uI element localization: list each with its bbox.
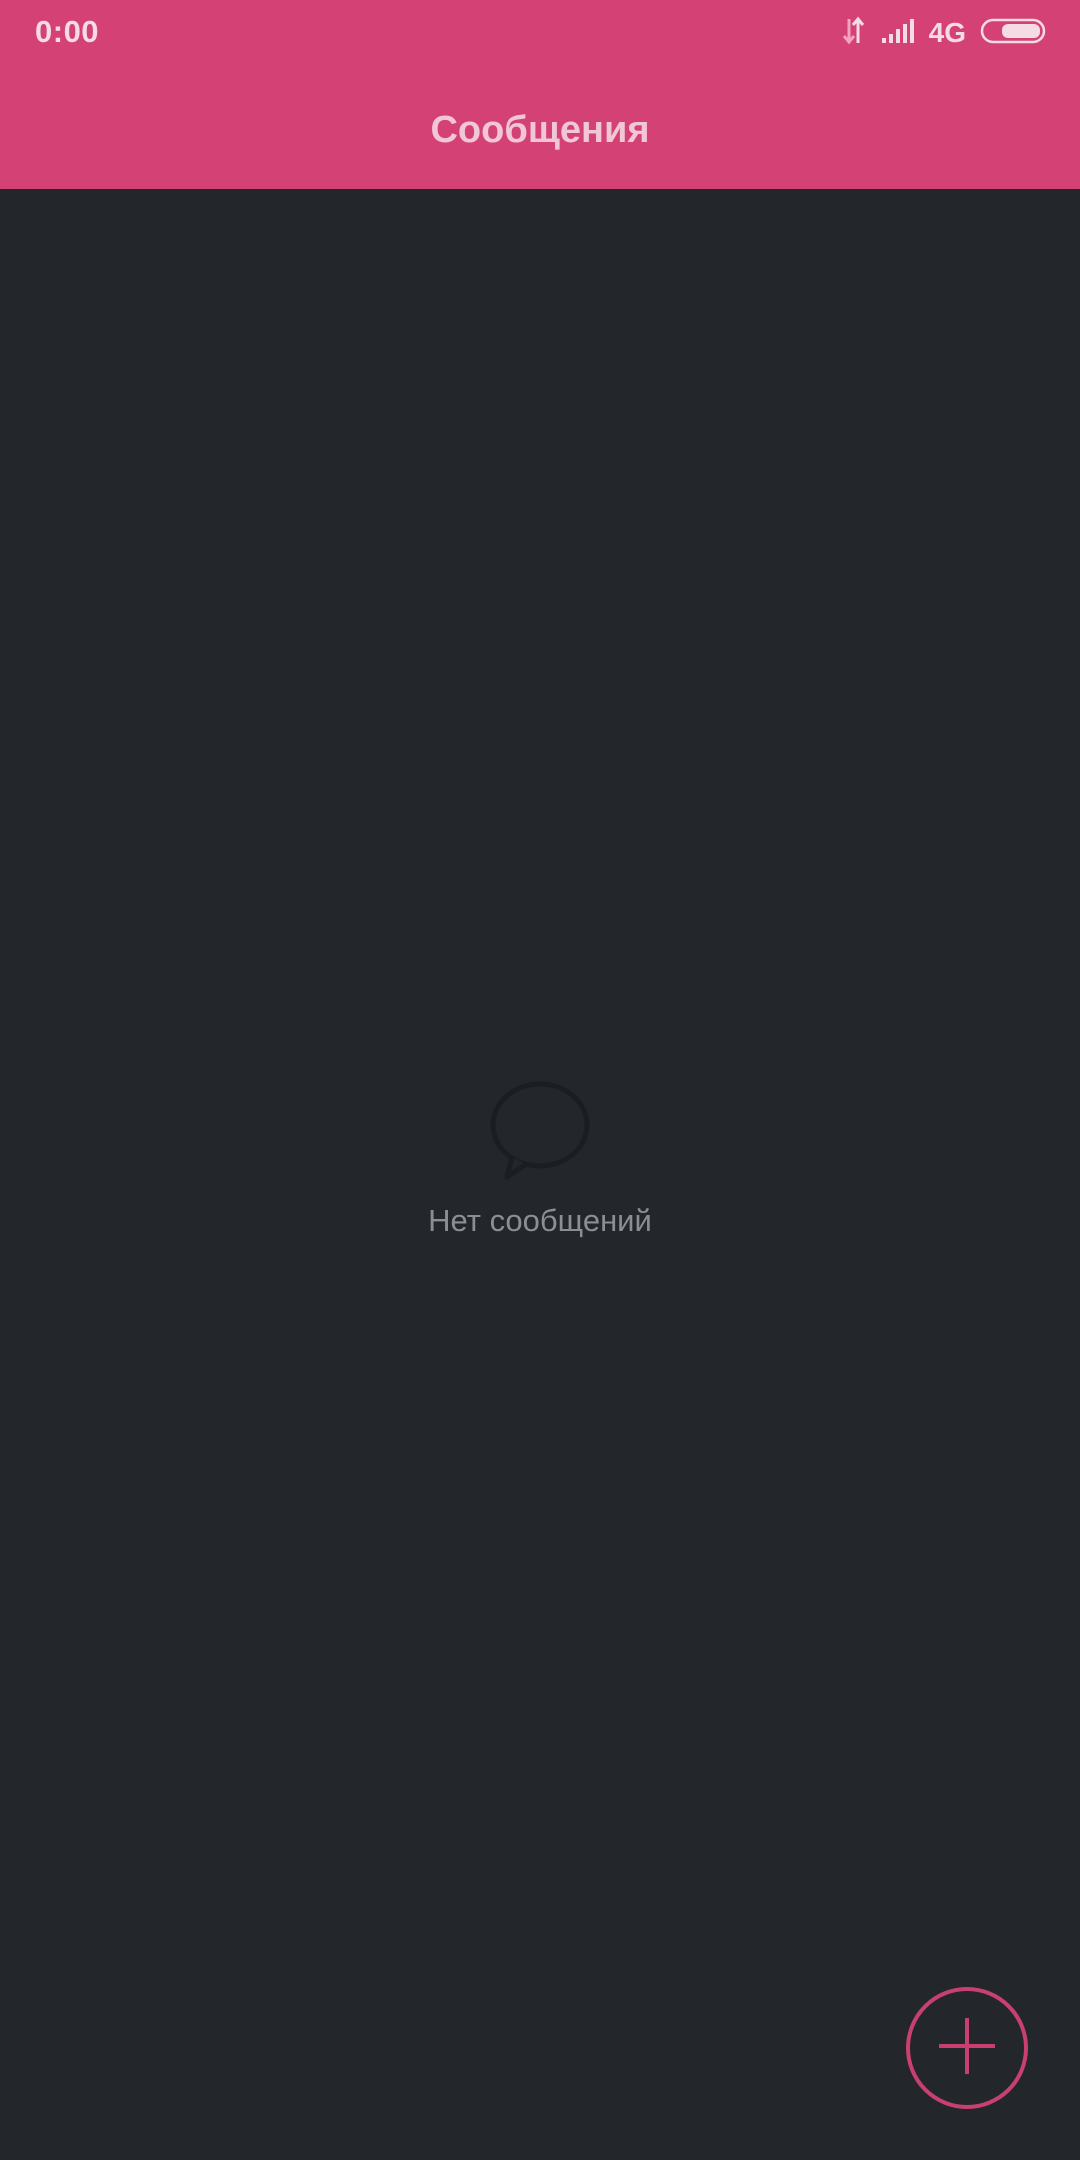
empty-state: Нет сообщений <box>0 1078 1080 1239</box>
status-icons: 4G <box>827 16 1046 50</box>
battery-icon <box>980 18 1046 49</box>
chat-bubble-icon <box>488 1078 592 1182</box>
new-message-button[interactable] <box>906 1987 1028 2109</box>
plus-icon <box>935 2014 999 2083</box>
top-app-bar: 0:00 4G Сообщения <box>0 0 1080 189</box>
data-transfer-icon <box>841 16 867 51</box>
empty-state-message: Нет сообщений <box>428 1203 652 1238</box>
page-title: Сообщения <box>430 109 650 151</box>
network-type: 4G <box>928 17 966 48</box>
messages-screen: 0:00 4G Сообщения Нет сообщений <box>0 0 1080 2160</box>
status-bar: 0:00 4G <box>0 0 1080 66</box>
signal-strength-icon <box>881 18 915 49</box>
status-time: 0:00 <box>35 14 100 49</box>
